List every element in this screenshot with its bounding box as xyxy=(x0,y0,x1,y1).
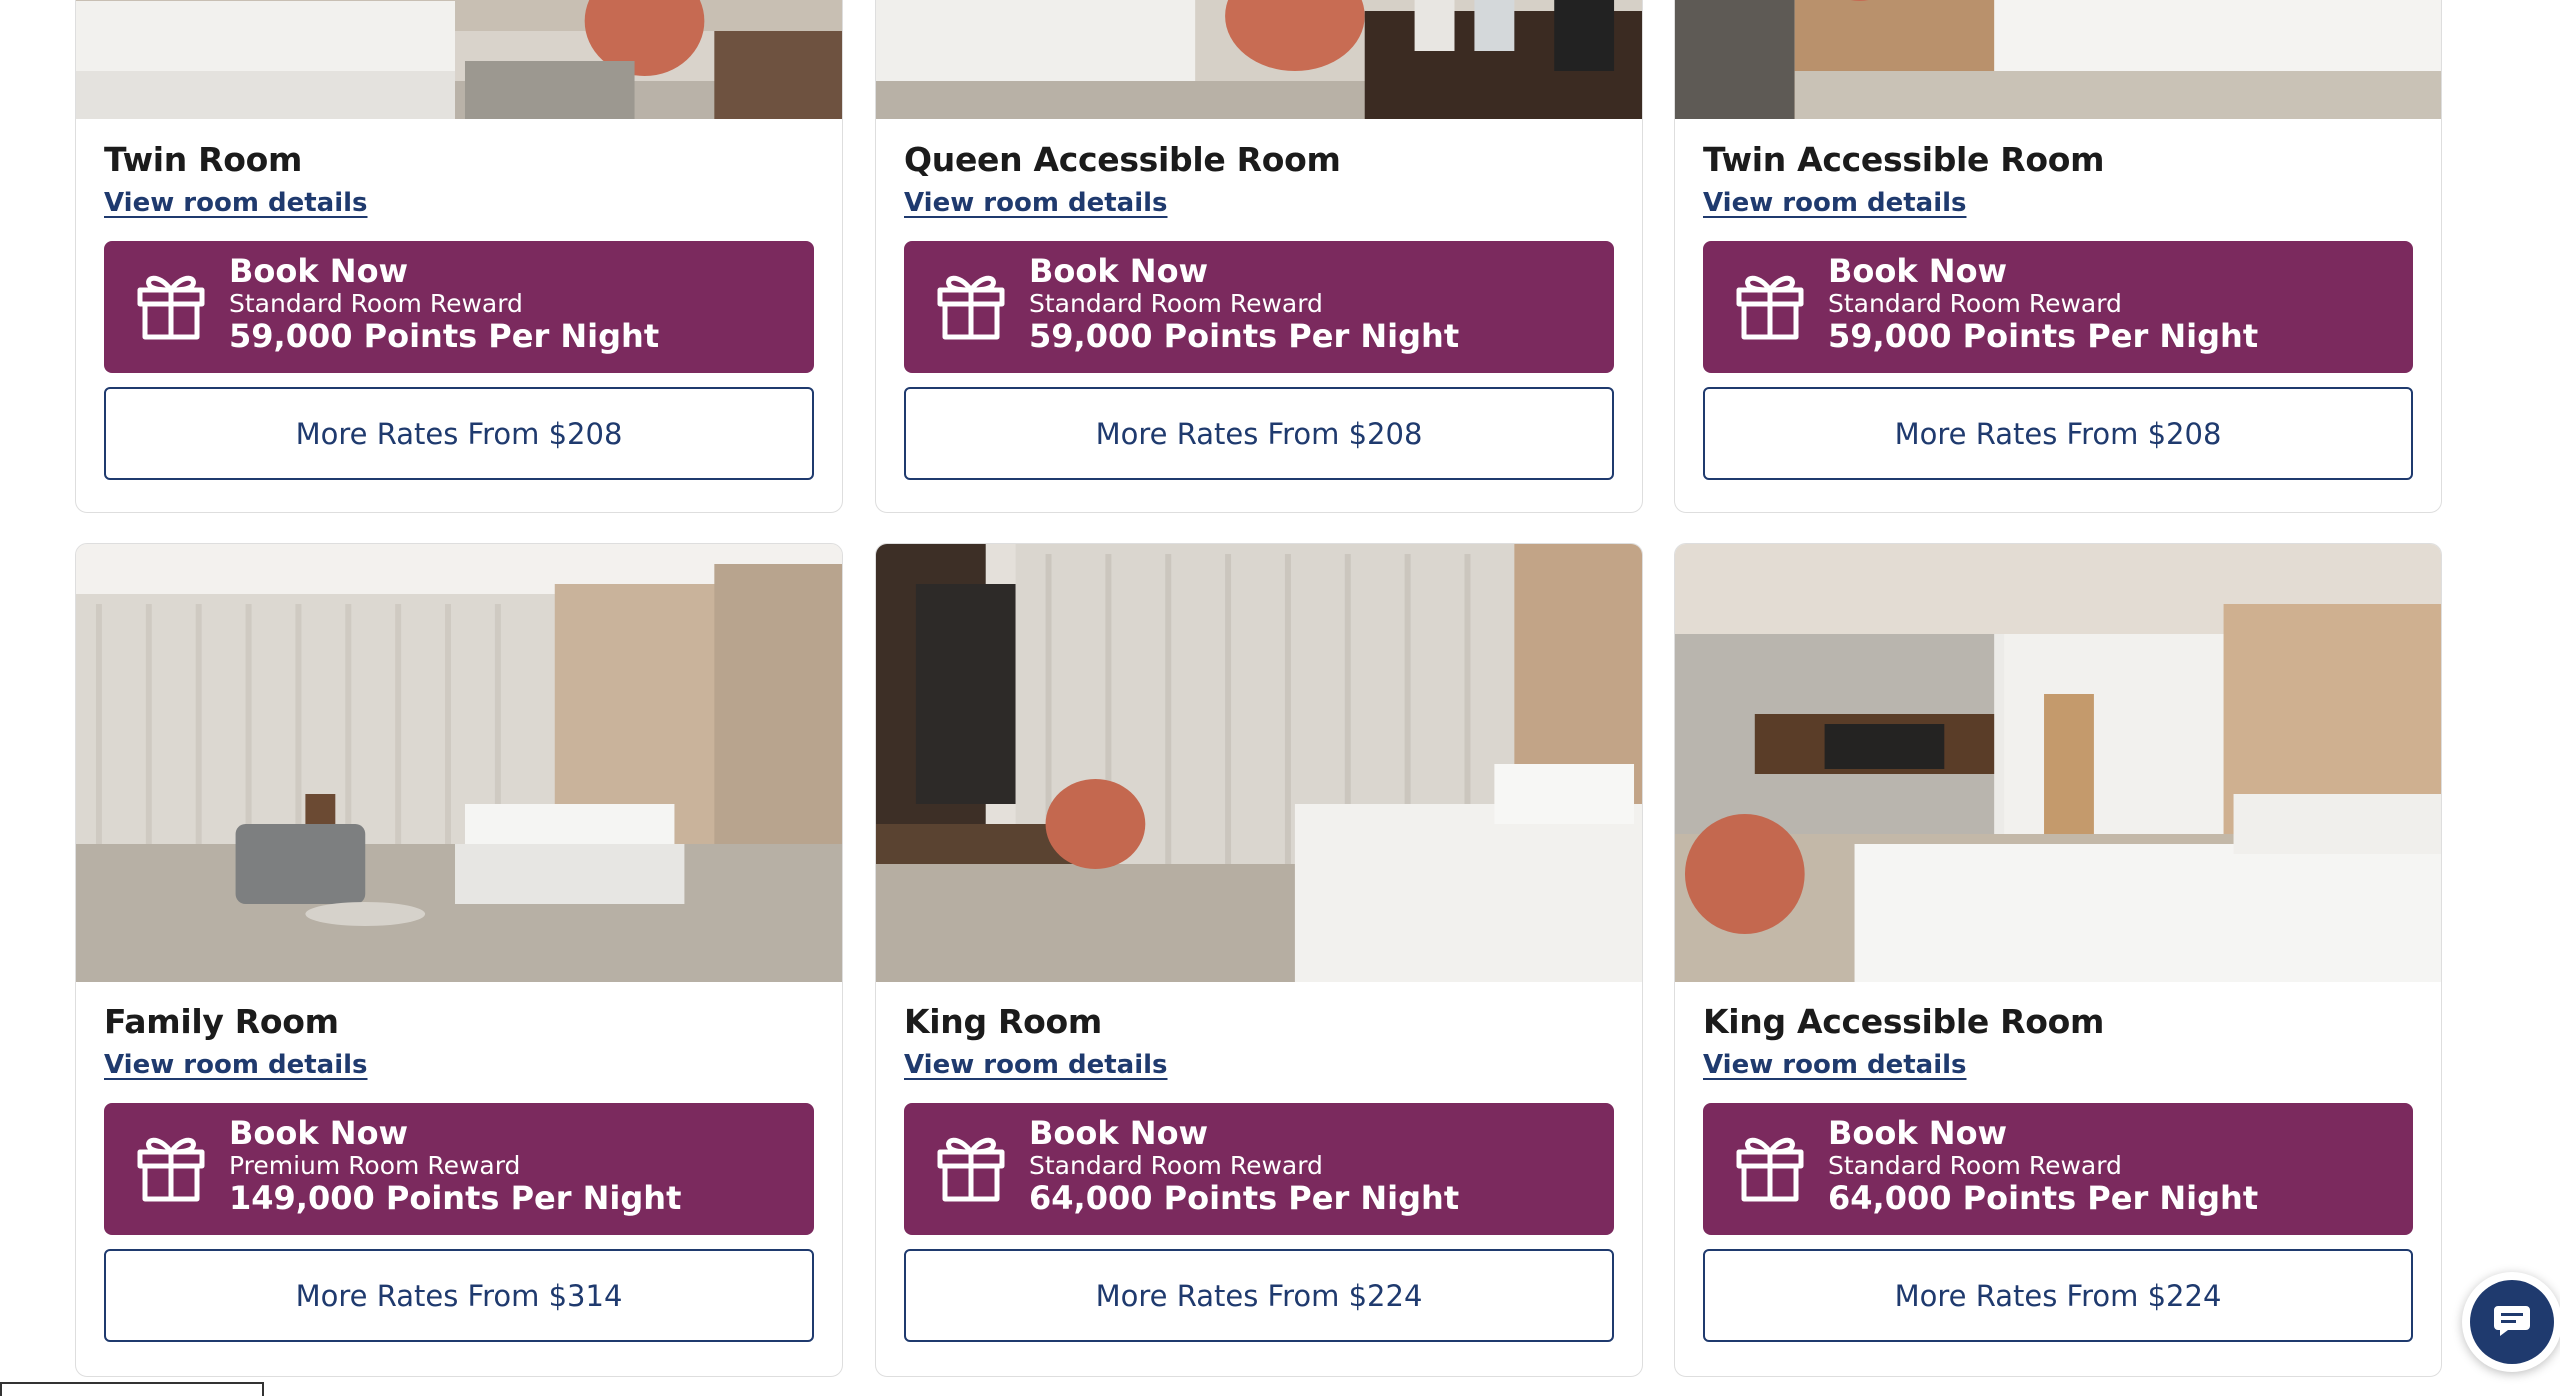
book-now-button[interactable]: Book Now Standard Room Reward 59,000 Poi… xyxy=(1703,241,2413,373)
more-rates-button[interactable]: More Rates From $208 xyxy=(1703,387,2413,480)
view-room-details-link[interactable]: View room details xyxy=(104,188,368,218)
book-now-button[interactable]: Book Now Standard Room Reward 59,000 Poi… xyxy=(104,241,814,373)
book-now-button[interactable]: Book Now Standard Room Reward 59,000 Poi… xyxy=(904,241,1614,373)
points-per-night: 59,000 Points Per Night xyxy=(1029,317,1460,355)
room-photo[interactable] xyxy=(1675,0,2441,119)
reward-type: Standard Room Reward xyxy=(1029,1151,1323,1180)
reward-type: Standard Room Reward xyxy=(1828,289,2122,318)
book-now-button[interactable]: Book Now Standard Room Reward 64,000 Poi… xyxy=(1703,1103,2413,1235)
reward-type: Standard Room Reward xyxy=(229,289,523,318)
bottom-edge-panel xyxy=(0,1382,264,1396)
chat-bubble-icon xyxy=(2492,1300,2532,1344)
room-photo[interactable] xyxy=(76,0,842,119)
view-room-details-link[interactable]: View room details xyxy=(104,1050,368,1080)
points-per-night: 59,000 Points Per Night xyxy=(1828,317,2259,355)
book-now-label: Book Now xyxy=(1828,252,2008,290)
room-photo[interactable] xyxy=(1675,544,2441,982)
more-rates-button[interactable]: More Rates From $224 xyxy=(1703,1249,2413,1342)
points-per-night: 64,000 Points Per Night xyxy=(1828,1179,2259,1217)
room-card: King Accessible Room View room details B… xyxy=(1674,543,2442,1377)
room-card: King Room View room details Book Now Sta… xyxy=(875,543,1643,1377)
book-now-button[interactable]: Book Now Premium Room Reward 149,000 Poi… xyxy=(104,1103,814,1235)
room-card: Family Room View room details Book Now P… xyxy=(75,543,843,1377)
gift-icon xyxy=(136,1130,206,1202)
room-card: Twin Room View room details Book Now Sta… xyxy=(75,0,843,513)
reward-type: Standard Room Reward xyxy=(1828,1151,2122,1180)
book-now-label: Book Now xyxy=(1029,252,1209,290)
gift-icon xyxy=(936,268,1006,340)
view-room-details-link[interactable]: View room details xyxy=(904,188,1168,218)
room-name: Family Room xyxy=(104,1002,339,1041)
book-now-label: Book Now xyxy=(1828,1114,2008,1152)
points-per-night: 59,000 Points Per Night xyxy=(229,317,660,355)
room-photo[interactable] xyxy=(876,0,1642,119)
gift-icon xyxy=(936,1130,1006,1202)
room-photo[interactable] xyxy=(76,544,842,982)
view-room-details-link[interactable]: View room details xyxy=(1703,1050,1967,1080)
book-now-label: Book Now xyxy=(229,1114,409,1152)
more-rates-button[interactable]: More Rates From $314 xyxy=(104,1249,814,1342)
room-card: Queen Accessible Room View room details … xyxy=(875,0,1643,513)
book-now-label: Book Now xyxy=(1029,1114,1209,1152)
gift-icon xyxy=(136,268,206,340)
book-now-button[interactable]: Book Now Standard Room Reward 64,000 Poi… xyxy=(904,1103,1614,1235)
chat-button[interactable] xyxy=(2462,1272,2560,1372)
gift-icon xyxy=(1735,268,1805,340)
room-name: King Room xyxy=(904,1002,1102,1041)
more-rates-button[interactable]: More Rates From $208 xyxy=(104,387,814,480)
room-name: Queen Accessible Room xyxy=(904,140,1341,179)
room-name: King Accessible Room xyxy=(1703,1002,2105,1041)
view-room-details-link[interactable]: View room details xyxy=(904,1050,1168,1080)
book-now-label: Book Now xyxy=(229,252,409,290)
room-card: Twin Accessible Room View room details B… xyxy=(1674,0,2442,513)
reward-type: Standard Room Reward xyxy=(1029,289,1323,318)
room-name: Twin Room xyxy=(104,140,303,179)
more-rates-button[interactable]: More Rates From $208 xyxy=(904,387,1614,480)
gift-icon xyxy=(1735,1130,1805,1202)
more-rates-button[interactable]: More Rates From $224 xyxy=(904,1249,1614,1342)
points-per-night: 64,000 Points Per Night xyxy=(1029,1179,1460,1217)
reward-type: Premium Room Reward xyxy=(229,1151,521,1180)
points-per-night: 149,000 Points Per Night xyxy=(229,1179,682,1217)
room-photo[interactable] xyxy=(876,544,1642,982)
room-name: Twin Accessible Room xyxy=(1703,140,2105,179)
chat-button-circle xyxy=(2470,1280,2554,1364)
view-room-details-link[interactable]: View room details xyxy=(1703,188,1967,218)
